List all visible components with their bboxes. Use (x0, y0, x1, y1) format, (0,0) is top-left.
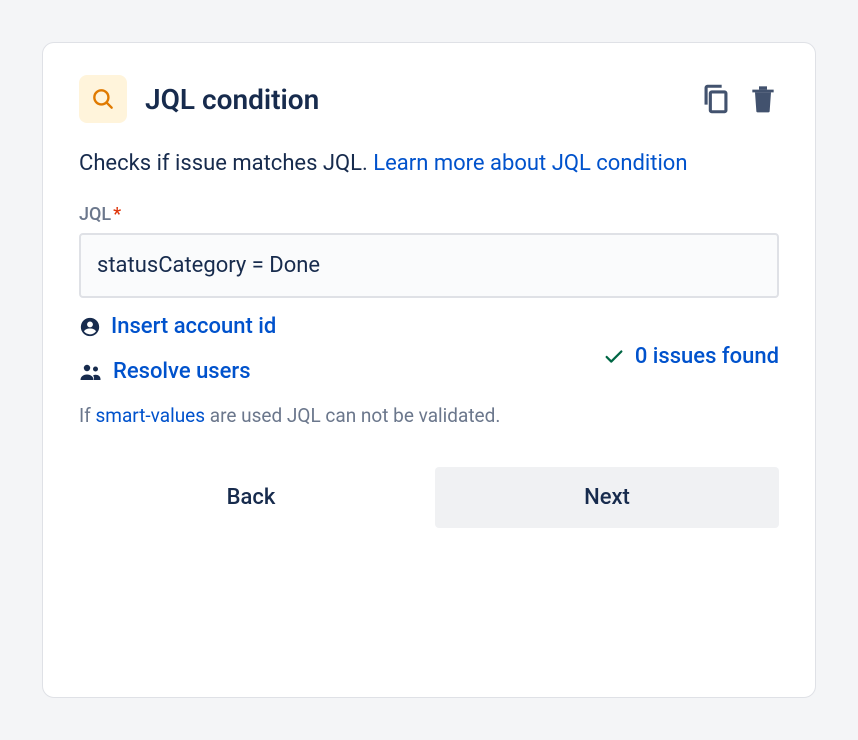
description-text: Checks if issue matches JQL. (79, 151, 373, 176)
trash-icon[interactable] (747, 82, 779, 116)
jql-field-label: JQL* (79, 204, 779, 225)
helpers-left: Insert account id Resolve users (79, 314, 276, 384)
issues-found-status[interactable]: 0 issues found (603, 344, 779, 369)
user-circle-icon (79, 316, 101, 338)
footer-actions: Back Next (79, 467, 779, 528)
helpers-row: Insert account id Resolve users 0 issues… (79, 314, 779, 384)
insert-account-id-link[interactable]: Insert account id (79, 314, 276, 339)
header-actions (699, 82, 779, 116)
back-button[interactable]: Back (79, 467, 423, 528)
users-icon (79, 361, 103, 383)
panel-description: Checks if issue matches JQL. Learn more … (79, 147, 779, 180)
note-suffix: are used JQL can not be validated. (205, 404, 500, 427)
issues-found-label: 0 issues found (635, 344, 779, 369)
jql-condition-panel: JQL condition Checks if issue matches JQ… (42, 42, 816, 698)
insert-account-label: Insert account id (111, 314, 276, 339)
next-button[interactable]: Next (435, 467, 779, 528)
jql-input[interactable] (79, 233, 779, 298)
resolve-users-link[interactable]: Resolve users (79, 359, 276, 384)
smart-values-note: If smart-values are used JQL can not be … (79, 404, 779, 427)
panel-header: JQL condition (79, 75, 779, 123)
resolve-users-label: Resolve users (113, 359, 251, 384)
header-left: JQL condition (79, 75, 319, 123)
panel-title: JQL condition (145, 83, 319, 116)
smart-values-link[interactable]: smart-values (96, 404, 206, 427)
note-prefix: If (79, 404, 96, 427)
jql-label-text: JQL (79, 204, 111, 225)
copy-icon[interactable] (699, 82, 733, 116)
search-icon (90, 86, 116, 112)
required-marker: * (113, 204, 121, 225)
learn-more-link[interactable]: Learn more about JQL condition (373, 151, 687, 176)
search-icon-badge (79, 75, 127, 123)
check-icon (603, 346, 625, 368)
